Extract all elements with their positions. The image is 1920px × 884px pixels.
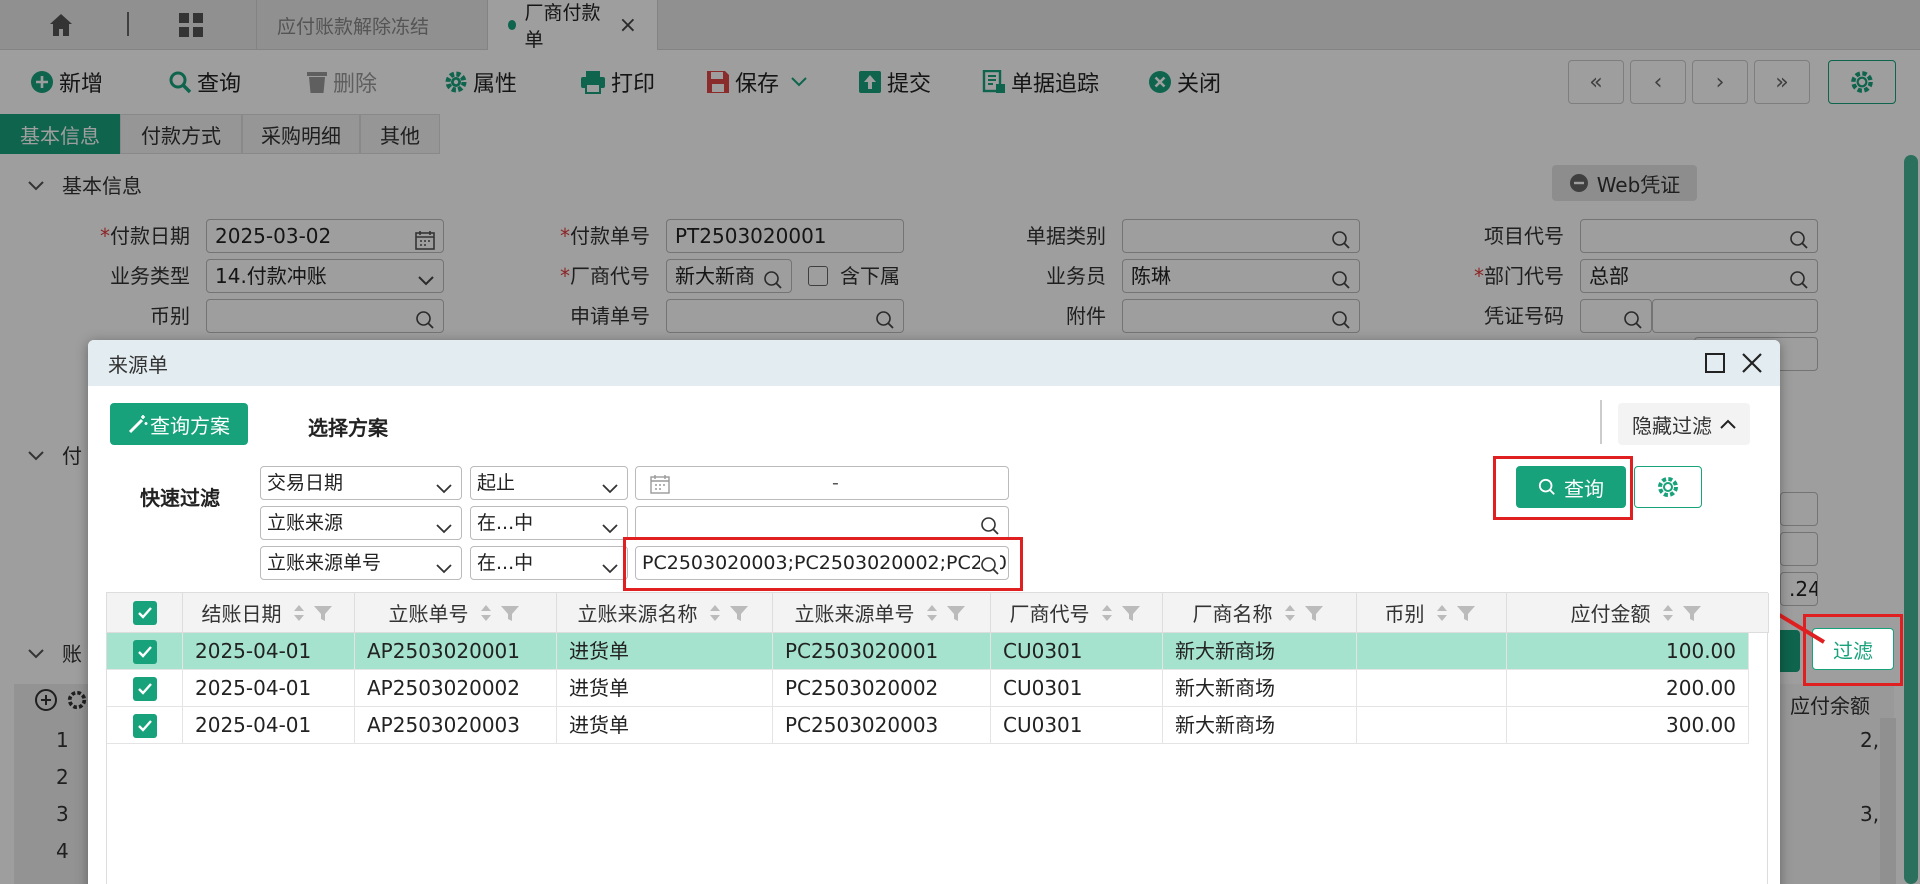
chevron-down-icon — [601, 555, 619, 587]
source-doc-table: 结账日期 立账单号 立账来源名称 立账来源单号 厂商代号 厂商名称 币别 应付金… — [106, 592, 1769, 884]
select-all-header — [107, 593, 183, 633]
sort-filter-icon[interactable] — [923, 603, 969, 623]
column-header[interactable]: 厂商代号 — [991, 593, 1163, 633]
source-filter-input[interactable] — [635, 506, 1009, 540]
filter-op-select[interactable]: 在...中 — [470, 546, 628, 580]
table-row[interactable]: 2025-04-01 AP2503020001 进货单 PC2503020001… — [107, 633, 1749, 670]
dialog-header: 来源单 — [88, 340, 1780, 386]
sort-filter-icon[interactable] — [706, 603, 752, 623]
filter-op-select[interactable]: 起止 — [470, 466, 628, 500]
hide-filter-button[interactable]: 隐藏过滤 — [1618, 403, 1750, 445]
filter-field-select[interactable]: 立账来源 — [260, 506, 462, 540]
row-checkbox[interactable] — [132, 713, 157, 738]
row-checkbox-cell[interactable] — [107, 633, 183, 670]
date-range-input[interactable]: - — [635, 466, 1009, 500]
filter-field-select[interactable]: 交易日期 — [260, 466, 462, 500]
column-header[interactable]: 立账来源单号 — [773, 593, 991, 633]
chevron-down-icon — [435, 515, 453, 547]
column-header[interactable]: 立账来源名称 — [557, 593, 773, 633]
table-row[interactable]: 2025-04-01 AP2503020002 进货单 PC2503020002… — [107, 670, 1749, 707]
source-name-cell: 进货单 — [557, 633, 773, 670]
column-header[interactable]: 厂商名称 — [1163, 593, 1357, 633]
row-checkbox-cell[interactable] — [107, 707, 183, 744]
sort-filter-icon[interactable] — [290, 603, 336, 623]
vendor-name-cell: 新大新商场 — [1163, 633, 1357, 670]
calendar-icon[interactable] — [650, 474, 670, 494]
query-plan-button[interactable]: 查询方案 — [110, 403, 248, 445]
ap-no-cell: AP2503020001 — [355, 633, 557, 670]
date-cell: 2025-04-01 — [183, 707, 355, 744]
source-no-cell: PC2503020001 — [773, 633, 991, 670]
sort-filter-icon[interactable] — [1659, 603, 1705, 623]
currency-cell — [1357, 633, 1507, 670]
dialog-title: 来源单 — [108, 352, 168, 377]
gear-icon — [1656, 475, 1680, 499]
source-name-cell: 进货单 — [557, 670, 773, 707]
vendor-code-cell: CU0301 — [991, 633, 1163, 670]
source-name-cell: 进货单 — [557, 707, 773, 744]
magic-wand-icon — [128, 414, 148, 434]
chevron-down-icon — [601, 475, 619, 507]
column-header[interactable]: 币别 — [1357, 593, 1507, 633]
amount-cell: 300.00 — [1507, 707, 1749, 744]
select-plan-link[interactable]: 选择方案 — [308, 412, 388, 441]
vendor-name-cell: 新大新商场 — [1163, 707, 1357, 744]
date-cell: 2025-04-01 — [183, 633, 355, 670]
date-range-separator: - — [832, 472, 839, 494]
divider — [1600, 400, 1602, 444]
row-checkbox[interactable] — [132, 676, 157, 701]
table-row[interactable]: 2025-04-01 AP2503020003 进货单 PC2503020003… — [107, 707, 1749, 744]
row-checkbox[interactable] — [132, 639, 157, 664]
filter-settings-button[interactable] — [1634, 466, 1702, 508]
sort-filter-icon[interactable] — [1433, 603, 1479, 623]
filter-op-select[interactable]: 在...中 — [470, 506, 628, 540]
ap-no-cell: AP2503020003 — [355, 707, 557, 744]
sort-filter-icon[interactable] — [1281, 603, 1327, 623]
currency-cell — [1357, 707, 1507, 744]
column-header[interactable]: 立账单号 — [355, 593, 557, 633]
vendor-name-cell: 新大新商场 — [1163, 670, 1357, 707]
source-doc-dialog: 来源单 查询方案 选择方案 隐藏过滤 快速过滤 交易日期 起止 - 立账来源 在… — [88, 340, 1780, 884]
quick-filter-label: 快速过滤 — [140, 486, 220, 510]
vendor-code-cell: CU0301 — [991, 707, 1163, 744]
query-plan-label: 查询方案 — [150, 413, 230, 438]
chevron-down-icon — [601, 515, 619, 547]
column-header[interactable]: 应付金额 — [1507, 593, 1769, 633]
row-checkbox-cell[interactable] — [107, 670, 183, 707]
ap-no-cell: AP2503020002 — [355, 670, 557, 707]
hide-filter-label: 隐藏过滤 — [1632, 413, 1712, 438]
maximize-icon[interactable] — [1704, 352, 1726, 374]
sort-filter-icon[interactable] — [1098, 603, 1144, 623]
filter-field-select[interactable]: 立账来源单号 — [260, 546, 462, 580]
chevron-down-icon — [435, 555, 453, 587]
vendor-code-cell: CU0301 — [991, 670, 1163, 707]
select-all-checkbox[interactable] — [132, 600, 157, 625]
source-no-cell: PC2503020002 — [773, 670, 991, 707]
currency-cell — [1357, 670, 1507, 707]
close-icon[interactable] — [1740, 351, 1764, 375]
amount-cell: 100.00 — [1507, 633, 1749, 670]
sort-filter-icon[interactable] — [477, 603, 523, 623]
chevron-up-icon — [1720, 419, 1736, 429]
column-header[interactable]: 结账日期 — [183, 593, 355, 633]
chevron-down-icon — [435, 475, 453, 507]
highlight-box-query — [1493, 456, 1633, 520]
amount-cell: 200.00 — [1507, 670, 1749, 707]
source-no-cell: PC2503020003 — [773, 707, 991, 744]
date-cell: 2025-04-01 — [183, 670, 355, 707]
highlight-box-source-no — [623, 537, 1023, 591]
